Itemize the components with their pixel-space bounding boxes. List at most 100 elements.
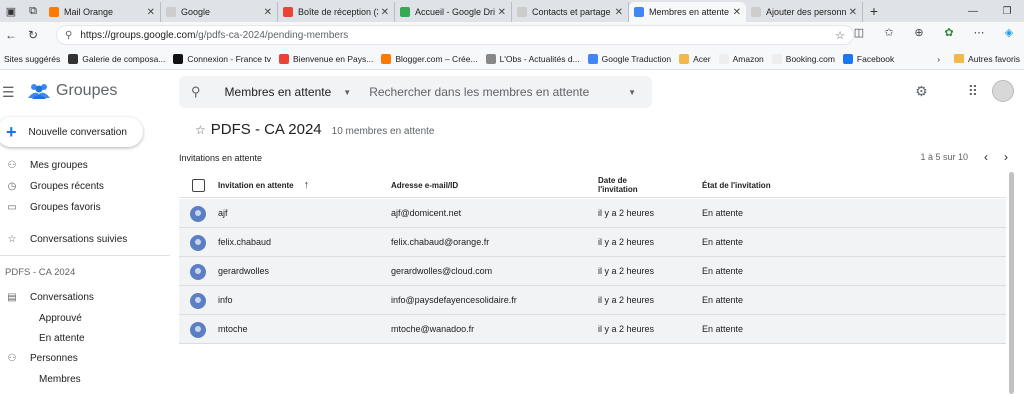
bookmark-favicon-icon [173, 53, 184, 64]
workspaces-icon[interactable]: ▣ [0, 0, 22, 22]
sidebar-item-people[interactable]: ⚇ Personnes [0, 348, 170, 368]
bookmark-item[interactable]: Galerie de composa... [68, 53, 165, 64]
sidebar-item-followed-conversations[interactable]: ☆ Conversations suivies [0, 229, 170, 249]
bookmark-label: L'Obs - Actualités d... [499, 53, 580, 64]
browser-tab[interactable]: Google ✕ [161, 2, 278, 22]
browser-tab[interactable]: Accueil - Google Drive✕ [395, 2, 512, 22]
sidebar-item-members[interactable]: Membres [0, 369, 170, 389]
tab-actions-icon[interactable]: ⧉ [22, 0, 44, 22]
tab-label: Contacts et partage [532, 7, 611, 17]
sidebar-item-favorite-groups[interactable]: ▭ Groupes favoris [0, 197, 170, 217]
bookmark-item[interactable]: Blogger.com – Crée... [381, 53, 478, 64]
column-label: Invitation en attente [218, 180, 294, 190]
table-row[interactable]: gerardwolles gerardwolles@cloud.com il y a… [179, 257, 1006, 286]
extensions-icon[interactable]: ✿ [934, 26, 964, 39]
new-conversation-button[interactable]: + Nouvelle conversation [0, 117, 143, 147]
favorite-star-icon[interactable]: ☆ [195, 123, 206, 137]
chevron-right-icon[interactable]: › [1004, 150, 1008, 164]
back-icon[interactable]: ← [0, 28, 22, 42]
table-row[interactable]: felix.chabaud felix.chabaud@orange.fr il y… [179, 228, 1006, 257]
chevron-right-icon[interactable]: › [937, 54, 940, 64]
column-label: Date de l'invitation [598, 176, 638, 194]
browser-tab[interactable]: Contacts et partage ✕ [512, 2, 629, 22]
browser-tab[interactable]: Mail Orange ✕ [44, 2, 161, 22]
bookmark-item[interactable]: Bienvenue en Pays... [279, 53, 374, 64]
tab-favicon-icon [400, 7, 410, 17]
chevron-down-icon[interactable]: ▼ [343, 88, 351, 97]
bookmark-label: Sites suggérés [4, 53, 61, 64]
tab-favicon-icon [517, 7, 527, 17]
bookmark-item[interactable]: Sites suggérés [4, 54, 60, 64]
bookmark-label: Blogger.com – Crée... [395, 53, 478, 64]
column-label: Adresse e-mail/ID [391, 180, 459, 190]
sidebar-item-recent-groups[interactable]: ◷ Groupes récents [0, 176, 170, 196]
search-icon[interactable]: ⚲ [191, 84, 201, 100]
bookmark-item[interactable]: Acer [679, 53, 711, 64]
table-row[interactable]: ajf ajf@domicent.net il y a 2 heures En att… [179, 199, 1006, 228]
sidebar-item-pending[interactable]: En attente [0, 328, 170, 348]
url-path: /g/pdfs-ca-2024/pending-members [195, 29, 349, 41]
bookmark-favicon-icon [771, 53, 782, 64]
close-tab-icon[interactable]: ✕ [264, 7, 272, 18]
search-scope[interactable]: Membres en attente [225, 85, 332, 99]
sort-arrow-up-icon[interactable]: ↑ [304, 179, 310, 190]
main-content: ☆ PDFS - CA 2024 10 membres en attente I… [179, 114, 1024, 394]
close-tab-icon[interactable]: ✕ [849, 7, 857, 18]
close-tab-icon[interactable]: ✕ [733, 7, 741, 18]
browser-tab-bar: ▣ ⧉ Mail Orange ✕ Google ✕ Boîte de réceptio… [0, 0, 1024, 22]
browser-tab[interactable]: Boîte de réception (30✕ [278, 2, 395, 22]
bookmark-label: Bienvenue en Pays... [293, 53, 374, 64]
account-avatar[interactable] [992, 80, 1014, 102]
cell-status: En attente [702, 324, 744, 334]
select-all-checkbox[interactable] [192, 179, 205, 192]
section-title: Invitations en attente [179, 153, 263, 163]
sidebar-group-name[interactable]: PDFS - CA 2024 [5, 267, 75, 278]
site-info-icon[interactable]: ⚲ [65, 30, 72, 41]
table-row[interactable]: mtoche mtoche@wanadoo.fr il y a 2 heures En… [179, 315, 1006, 344]
bookmark-label: Facebook [856, 53, 895, 64]
conversations-icon: ▤ [7, 291, 17, 303]
bookmark-item[interactable]: Facebook [842, 53, 895, 64]
reload-icon[interactable]: ↻ [22, 28, 44, 42]
bookmark-item[interactable]: L'Obs - Actualités d... [485, 53, 580, 64]
column-header-name[interactable]: Invitation en attente ↑ [218, 172, 309, 198]
browser-tab[interactable]: Ajouter des personnes✕ [746, 2, 863, 22]
bookmark-item[interactable]: Amazon [718, 53, 764, 64]
favorites-icon[interactable]: ✩ [874, 26, 904, 39]
sidebar-item-conversations[interactable]: ▤ Conversations [0, 287, 170, 307]
new-tab-button[interactable]: + [863, 0, 885, 22]
sidebar-item-my-groups[interactable]: ⚇ Mes groupes [0, 155, 170, 175]
search-input[interactable]: Rechercher dans les membres en attente [369, 85, 589, 99]
menu-icon[interactable]: ☰ [2, 84, 15, 101]
close-tab-icon[interactable]: ✕ [498, 7, 506, 18]
bookmark-item[interactable]: Connexion - France tv [173, 53, 271, 64]
sidebar-item-label: Mes groupes [30, 159, 88, 171]
browser-tab[interactable]: Membres en attente ✕ [629, 2, 746, 22]
search-options-icon[interactable]: ▼ [628, 88, 636, 97]
table-row[interactable]: info info@paysdefayencesolidaire.fr il y a… [179, 286, 1006, 315]
tab-strip: Mail Orange✕Google✕Boîte de réception (3… [44, 2, 863, 22]
sidebar-item-approved[interactable]: Approuvé [0, 308, 170, 328]
copilot-icon[interactable]: ◈ [994, 26, 1024, 39]
search-bar[interactable]: ⚲ Membres en attente ▼ Rechercher dans l… [179, 76, 652, 108]
user-avatar-icon [190, 235, 206, 251]
maximize-icon[interactable]: ❐ [990, 6, 1024, 17]
collections-icon[interactable]: ⊕ [904, 26, 934, 39]
scrollbar[interactable] [1009, 172, 1014, 394]
close-tab-icon[interactable]: ✕ [615, 7, 623, 18]
sidebar: + Nouvelle conversation ⚇ Mes groupes ◷ … [0, 114, 170, 394]
sidebar-divider [0, 255, 170, 256]
other-favorites[interactable]: Autres favoris [968, 54, 1020, 64]
bookmark-item[interactable]: Google Traduction [587, 53, 671, 64]
chevron-left-icon[interactable]: ‹ [984, 150, 988, 164]
url-field[interactable]: ⚲ https://groups.google.com/g/pdfs-ca-20… [56, 25, 854, 45]
more-icon[interactable]: ⋯ [964, 26, 994, 39]
minimize-icon[interactable]: — [956, 6, 990, 17]
close-tab-icon[interactable]: ✕ [147, 7, 155, 18]
groups-logo[interactable]: Groupes [28, 82, 117, 100]
bookmark-item[interactable]: Booking.com [771, 53, 835, 64]
split-screen-icon[interactable]: ◫ [844, 26, 874, 39]
apps-grid-icon[interactable]: ⠿ [968, 83, 978, 100]
settings-gear-icon[interactable]: ⚙ [915, 83, 928, 100]
close-tab-icon[interactable]: ✕ [381, 7, 389, 18]
